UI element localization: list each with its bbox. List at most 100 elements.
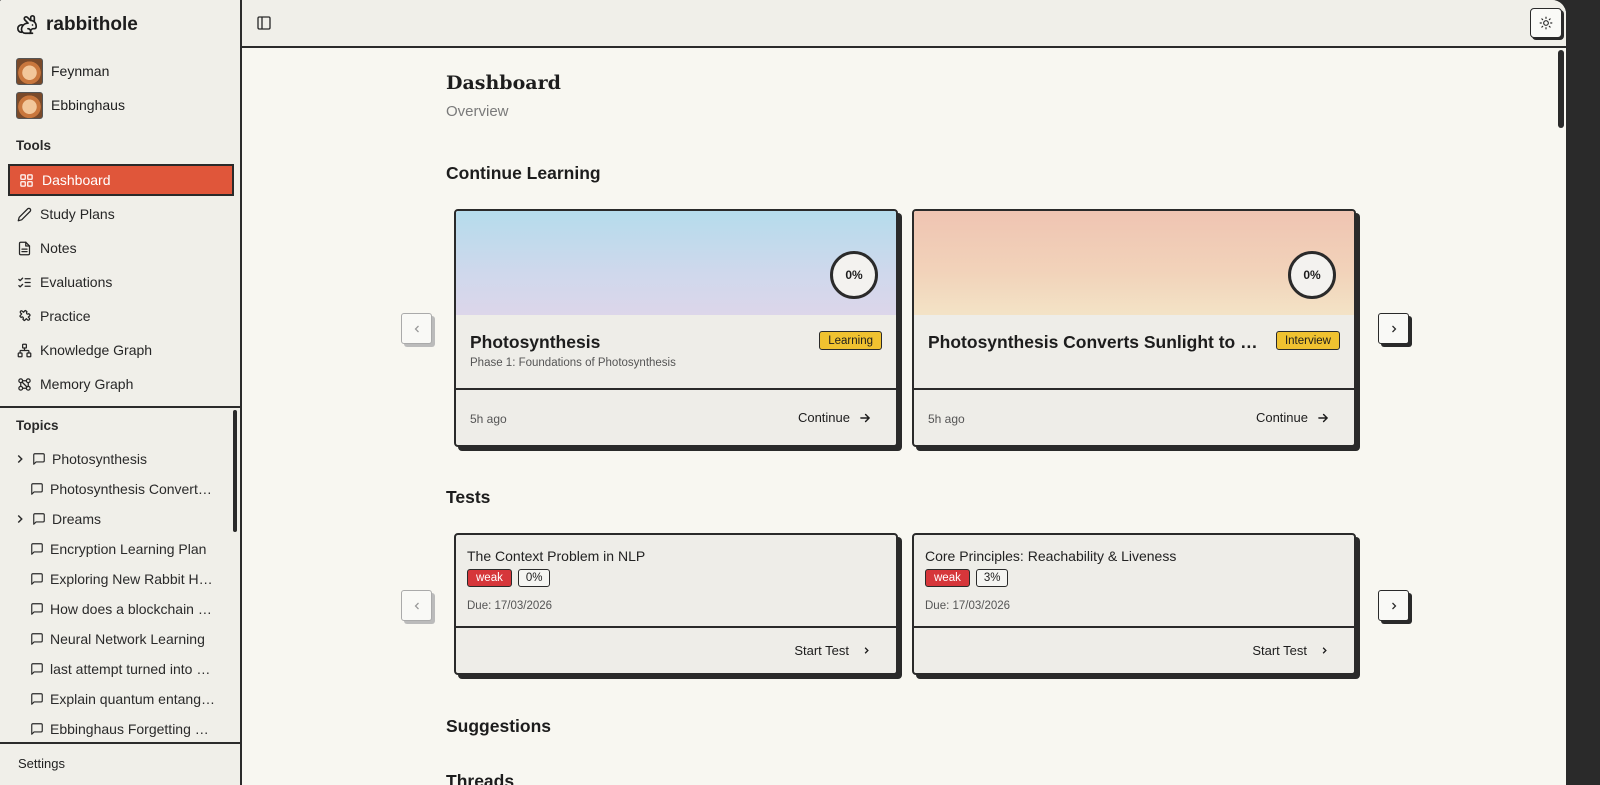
progress-ring: 0%: [830, 251, 878, 299]
chevron-left-icon: [414, 602, 419, 609]
topic-item[interactable]: Photosynthesis: [14, 446, 147, 472]
sidebar-item-label: Practice: [40, 308, 91, 324]
card-title: Photosynthesis Converts Sunlight to Ener…: [928, 332, 1264, 352]
topic-label: Encryption Learning Plan: [50, 541, 207, 557]
sidebar-item-label: Notes: [40, 240, 77, 256]
brand[interactable]: rabbithole: [16, 12, 138, 38]
message-icon: [31, 723, 43, 735]
continue-card[interactable]: 0% Photosynthesis Converts Sunlight to E…: [912, 209, 1356, 447]
card-banner: [914, 211, 1354, 315]
settings-link[interactable]: Settings: [18, 756, 65, 771]
app-window: rabbithole Feynman Ebbinghaus Tools Dash…: [0, 0, 1566, 785]
topic-label: Explain quantum entanglement: [50, 691, 216, 707]
chevron-right-icon: [1391, 602, 1396, 609]
window-edge: [1566, 0, 1600, 785]
grid-icon: [20, 173, 33, 187]
topic-label: Exploring New Rabbit Holes: [50, 571, 218, 587]
message-icon: [31, 693, 43, 705]
topic-item[interactable]: Photosynthesis Converts Sunlight to Ener…: [30, 476, 214, 502]
sidebar-item-dashboard[interactable]: Dashboard: [8, 164, 234, 196]
chevron-right-icon: [864, 647, 869, 654]
puzzle-icon: [19, 309, 31, 321]
arrow-right-icon: [860, 413, 871, 422]
topic-item[interactable]: last attempt turned into a plan: [30, 656, 218, 682]
sidebar-item-memory-graph[interactable]: Memory Graph: [8, 368, 234, 400]
topic-label: Neural Network Learning: [50, 631, 205, 647]
pencil-icon: [17, 207, 32, 221]
agent-ebbinghaus[interactable]: Ebbinghaus: [16, 91, 125, 119]
test-title: Core Principles: Reachability & Liveness: [925, 548, 1177, 564]
start-test-button[interactable]: Start Test: [794, 643, 872, 658]
tests-prev-button[interactable]: [401, 590, 432, 621]
message-icon: [31, 483, 43, 495]
topic-item[interactable]: Neural Network Learning: [30, 626, 205, 652]
sidebar-item-practice[interactable]: Practice: [8, 300, 234, 332]
continue-button[interactable]: Continue: [798, 410, 872, 425]
card-divider: [456, 626, 896, 628]
topic-label: last attempt turned into a plan: [50, 661, 218, 677]
test-tags: weak 3%: [925, 569, 1009, 587]
message-icon: [31, 663, 43, 675]
topic-item[interactable]: Encryption Learning Plan: [30, 536, 206, 562]
message-icon: [31, 573, 43, 585]
main-scrollbar[interactable]: [1558, 50, 1564, 128]
arrow-right-icon: [1318, 413, 1329, 422]
sidebar-toggle-icon[interactable]: [256, 15, 272, 31]
continue-button[interactable]: Continue: [1256, 410, 1330, 425]
sidebar-divider: [0, 406, 240, 408]
threads-heading: Threads: [446, 771, 515, 785]
topic-item[interactable]: Ebbinghaus Forgetting Curve: [30, 716, 216, 742]
avatar: [16, 91, 43, 119]
hierarchy-icon: [17, 343, 32, 357]
page-title: Dashboard: [446, 72, 561, 94]
topics-scrollbar[interactable]: [233, 410, 237, 532]
test-card[interactable]: Core Principles: Reachability & Liveness…: [912, 533, 1356, 675]
suggestions-heading: Suggestions: [446, 716, 552, 736]
start-test-button[interactable]: Start Test: [1252, 643, 1330, 658]
topic-item[interactable]: Dreams: [14, 506, 101, 532]
sidebar-item-study-plans[interactable]: Study Plans: [8, 198, 234, 230]
chevron-right-icon[interactable]: [14, 452, 26, 466]
sidebar-item-knowledge-graph[interactable]: Knowledge Graph: [8, 334, 234, 366]
progress-ring: 0%: [1288, 251, 1336, 299]
topic-item[interactable]: Explain quantum entanglement: [30, 686, 216, 712]
topic-label: Photosynthesis Converts Sunlight to Ener…: [50, 481, 214, 497]
agent-feynman[interactable]: Feynman: [16, 57, 109, 85]
sidebar-item-label: Memory Graph: [40, 376, 134, 392]
card-subtitle: Phase 1: Foundations of Photosynthesis: [470, 357, 676, 369]
continue-card[interactable]: 0% Photosynthesis Learning Phase 1: Foun…: [454, 209, 898, 447]
document-icon: [18, 241, 31, 255]
sidebar-item-evaluations[interactable]: Evaluations: [8, 266, 234, 298]
chevron-left-icon: [414, 325, 419, 332]
sidebar-item-label: Dashboard: [42, 172, 111, 188]
chevron-right-icon[interactable]: [14, 512, 26, 526]
message-icon: [33, 453, 45, 465]
topic-item[interactable]: How does a blockchain work: [30, 596, 216, 622]
topic-item[interactable]: Exploring New Rabbit Holes: [30, 566, 218, 592]
sidebar-item-label: Knowledge Graph: [40, 342, 153, 358]
test-card[interactable]: The Context Problem in NLP weak 0% Due: …: [454, 533, 898, 675]
card-divider: [456, 388, 896, 390]
rabbit-logo-icon: [16, 14, 38, 36]
strength-badge: weak: [467, 569, 512, 587]
topic-label: How does a blockchain work: [50, 601, 216, 617]
checklist-icon: [18, 277, 31, 287]
sidebar-item-notes[interactable]: Notes: [8, 232, 234, 264]
page-subtitle: Overview: [446, 103, 509, 120]
top-bar: [242, 0, 1566, 48]
status-badge: Interview: [1275, 331, 1340, 350]
tests-next-button[interactable]: [1378, 590, 1409, 621]
sidebar-item-label: Evaluations: [40, 274, 113, 290]
test-title: The Context Problem in NLP: [467, 548, 646, 564]
chevron-right-icon: [1322, 647, 1327, 654]
sidebar: rabbithole Feynman Ebbinghaus Tools Dash…: [0, 0, 242, 785]
topic-label: Ebbinghaus Forgetting Curve: [50, 721, 216, 737]
card-divider: [914, 626, 1354, 628]
message-icon: [31, 633, 43, 645]
theme-toggle-button[interactable]: [1530, 8, 1562, 38]
sidebar-item-label: Study Plans: [40, 206, 115, 222]
app-name: rabbithole: [46, 14, 138, 35]
carousel-next-button[interactable]: [1378, 313, 1409, 344]
tools-label: Tools: [16, 138, 51, 153]
carousel-prev-button[interactable]: [401, 313, 432, 344]
